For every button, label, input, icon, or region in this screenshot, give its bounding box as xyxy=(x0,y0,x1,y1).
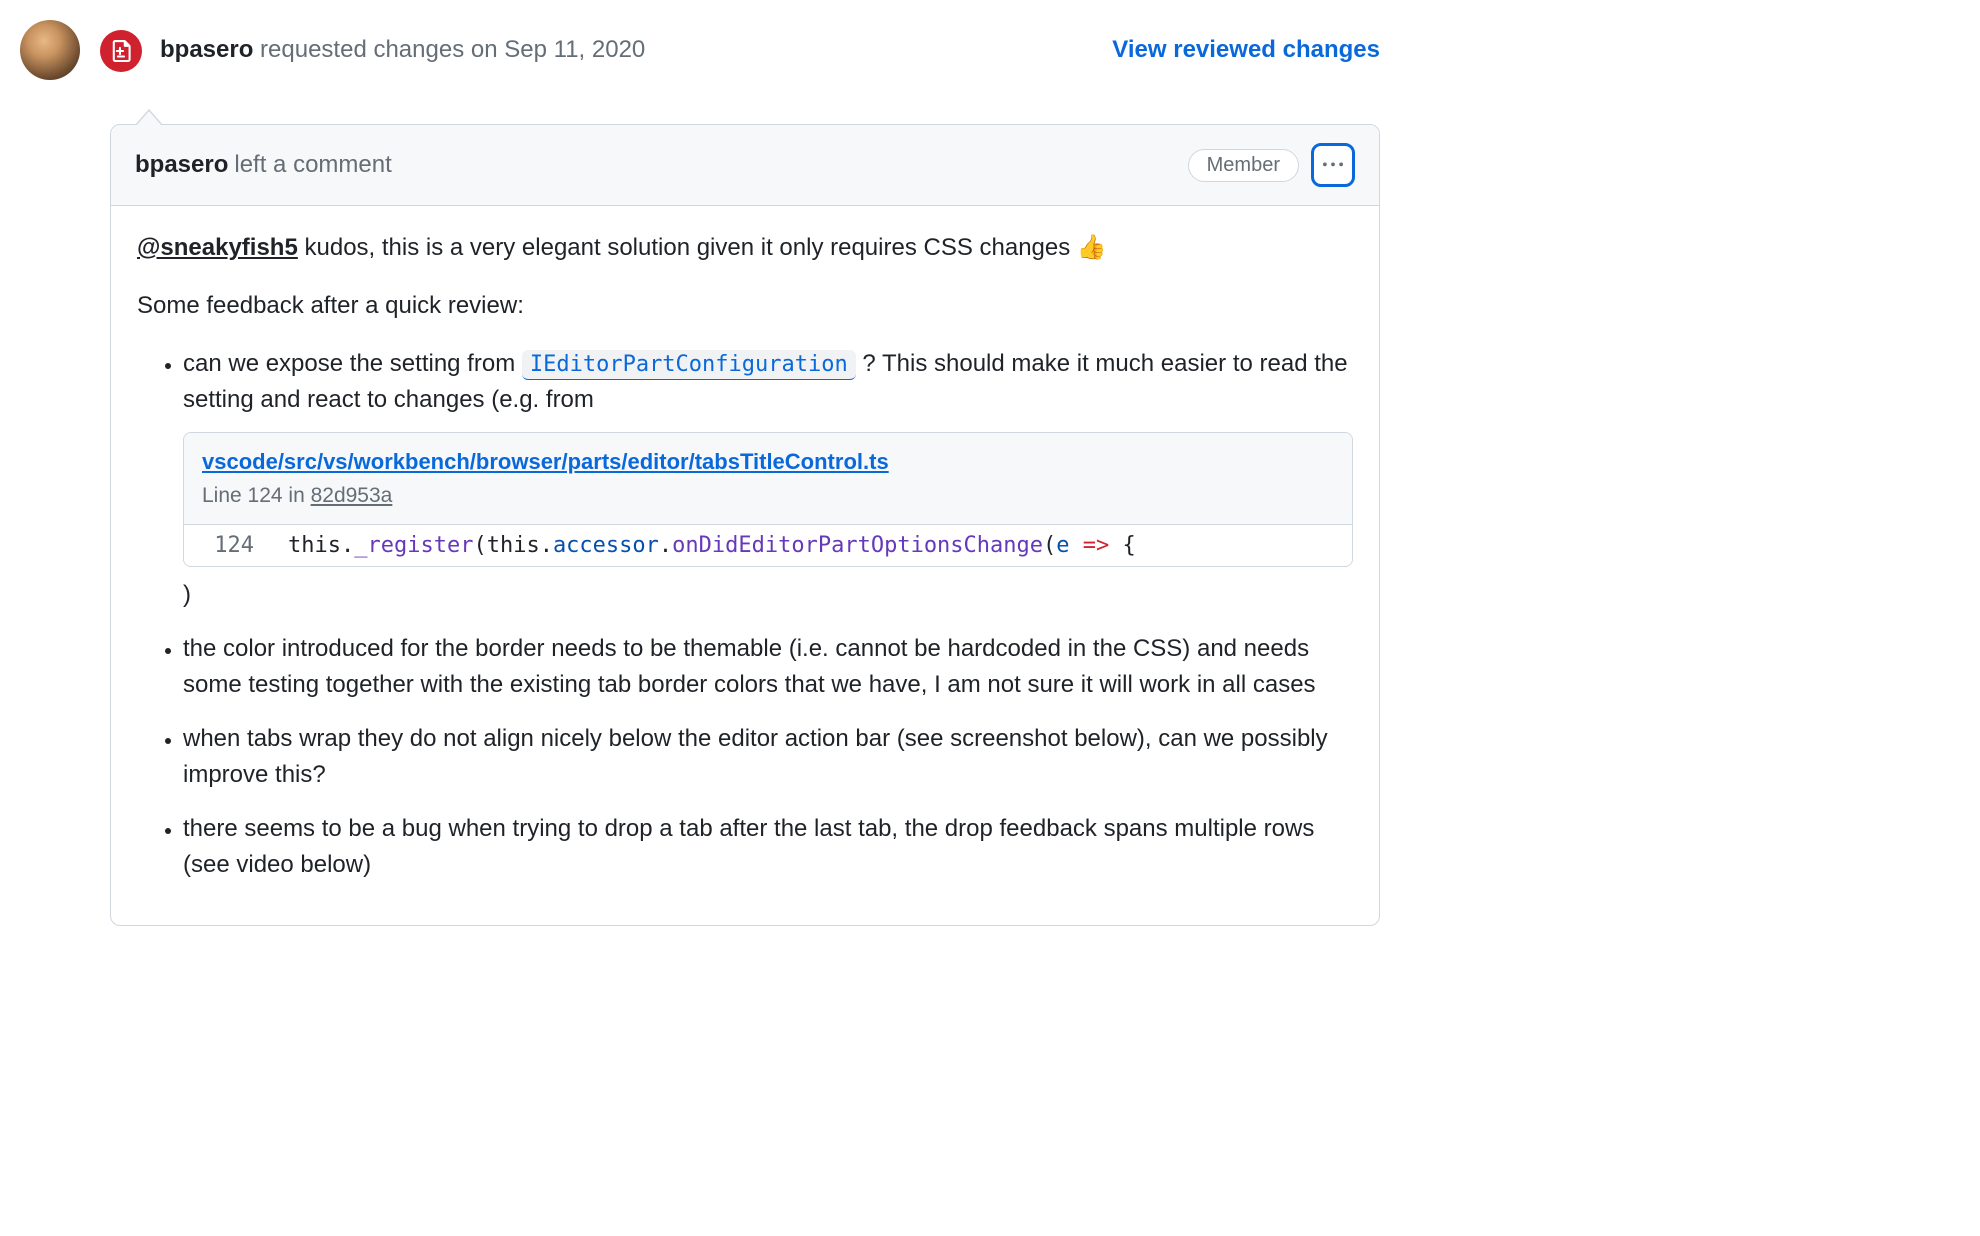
changes-requested-icon xyxy=(100,30,142,72)
list-item: the color introduced for the border need… xyxy=(183,631,1353,703)
bullet-text-close: ) xyxy=(183,581,191,608)
feedback-list: can we expose the setting from IEditorPa… xyxy=(137,346,1353,883)
snippet-code-line: this._register(this.accessor.onDidEditor… xyxy=(274,529,1352,562)
code-snippet: vscode/src/vs/workbench/browser/parts/ed… xyxy=(183,432,1353,567)
snippet-header: vscode/src/vs/workbench/browser/parts/ed… xyxy=(184,433,1352,525)
review-event-row: bpasero requested changes on Sep 11, 202… xyxy=(20,20,1380,80)
list-item: can we expose the setting from IEditorPa… xyxy=(183,346,1353,613)
snippet-meta: Line 124 in 82d953a xyxy=(202,480,1334,512)
review-summary: bpasero requested changes on Sep 11, 202… xyxy=(160,20,1380,64)
list-item: when tabs wrap they do not align nicely … xyxy=(183,721,1353,793)
bullet-text: can we expose the setting from xyxy=(183,350,522,377)
snippet-sha-link[interactable]: 82d953a xyxy=(311,484,393,507)
comment-body: @sneakyfish5 kudos, this is a very elega… xyxy=(111,206,1379,925)
intro-text: kudos, this is a very elegant solution g… xyxy=(298,234,1077,261)
member-badge[interactable]: Member xyxy=(1188,149,1299,182)
comment-header-suffix: left a comment xyxy=(234,151,391,179)
snippet-code-row[interactable]: 124 this._register(this.accessor.onDidEd… xyxy=(184,525,1352,566)
feedback-heading: Some feedback after a quick review: xyxy=(137,288,1353,324)
kebab-icon xyxy=(1323,155,1343,175)
thumbs-up-emoji: 👍 xyxy=(1077,234,1107,261)
view-reviewed-changes-link[interactable]: View reviewed changes xyxy=(1112,36,1380,64)
review-author-link[interactable]: bpasero xyxy=(160,36,253,63)
comment-author-link[interactable]: bpasero xyxy=(135,151,228,179)
comment-intro-paragraph: @sneakyfish5 kudos, this is a very elega… xyxy=(137,230,1353,266)
inline-code-link[interactable]: IEditorPartConfiguration xyxy=(522,350,856,380)
user-mention[interactable]: @sneakyfish5 xyxy=(137,234,298,261)
comment-header: bpasero left a comment Member xyxy=(111,125,1379,206)
review-timestamp[interactable]: Sep 11, 2020 xyxy=(504,36,645,63)
review-comment-box: bpasero left a comment Member @sneakyfis… xyxy=(110,124,1380,926)
review-action-text: requested changes on Sep 11, 2020 xyxy=(260,36,645,63)
list-item: there seems to be a bug when trying to d… xyxy=(183,811,1353,883)
snippet-line-number: 124 xyxy=(184,529,274,562)
more-actions-button[interactable] xyxy=(1311,143,1355,187)
file-diff-icon xyxy=(110,40,132,62)
avatar[interactable] xyxy=(20,20,80,80)
snippet-file-link[interactable]: vscode/src/vs/workbench/browser/parts/ed… xyxy=(202,449,889,474)
